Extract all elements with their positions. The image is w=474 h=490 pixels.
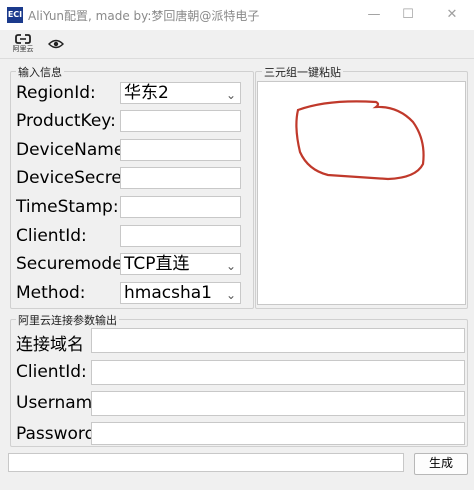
region-value: 华东2 [124, 83, 169, 103]
client-id-label: ClientId: [16, 226, 87, 246]
device-secret-input[interactable] [120, 167, 241, 189]
domain-label: 连接域名 [16, 335, 84, 355]
view-toolbar-button[interactable] [44, 32, 68, 56]
freehand-circle-annotation [295, 100, 425, 181]
product-key-input[interactable] [120, 110, 241, 132]
device-secret-label: DeviceSecret: [16, 168, 120, 188]
generate-button[interactable]: 生成 [414, 453, 468, 475]
app-icon: ECI [7, 7, 23, 23]
maximize-button[interactable]: ☐ [388, 0, 428, 30]
timestamp-label: TimeStamp: [16, 197, 119, 217]
password-label: Password: [16, 424, 91, 444]
chevron-down-icon: ⌄ [225, 259, 236, 273]
username-label: Username: [16, 393, 91, 413]
method-label: Method: [16, 283, 86, 303]
output-client-id-label: ClientId: [16, 362, 87, 382]
device-name-input[interactable] [120, 139, 241, 161]
close-button[interactable]: ✕ [432, 0, 472, 30]
password-output[interactable] [91, 422, 465, 445]
chevron-down-icon: ⌄ [225, 88, 236, 102]
secure-mode-select[interactable]: TCP直连 ⌄ [120, 253, 241, 275]
window-title: AliYun配置, made by:梦回唐朝@派特电子 [28, 9, 260, 23]
secure-mode-value: TCP直连 [124, 254, 190, 274]
secure-mode-label: Securemode: [16, 254, 120, 274]
device-name-label: DeviceName: [16, 140, 120, 160]
eye-icon [48, 39, 64, 49]
cloud-link-icon [15, 34, 31, 44]
status-input[interactable] [8, 453, 404, 472]
toolbar: 阿里云 [0, 30, 474, 59]
title-bar: ECI AliYun配置, made by:梦回唐朝@派特电子 — ☐ ✕ [0, 0, 474, 30]
aliyun-toolbar-button[interactable]: 阿里云 [6, 32, 40, 56]
region-label: RegionId: [16, 83, 96, 103]
client-id-input[interactable] [120, 225, 241, 247]
method-select[interactable]: hmacsha1 ⌄ [120, 282, 241, 304]
method-value: hmacsha1 [124, 283, 212, 303]
output-client-id[interactable] [91, 360, 465, 385]
triplet-paste-title: 三元组一键粘贴 [262, 64, 343, 80]
chevron-down-icon: ⌄ [225, 288, 236, 302]
output-params-title: 阿里云连接参数输出 [16, 312, 119, 328]
region-select[interactable]: 华东2 ⌄ [120, 82, 241, 104]
domain-output[interactable] [91, 328, 465, 353]
product-key-label: ProductKey: [16, 111, 116, 131]
timestamp-input[interactable] [120, 196, 241, 218]
username-output[interactable] [91, 391, 465, 416]
input-info-title: 输入信息 [16, 64, 64, 80]
aliyun-toolbar-label: 阿里云 [12, 45, 34, 53]
triplet-paste-area[interactable] [257, 81, 466, 305]
